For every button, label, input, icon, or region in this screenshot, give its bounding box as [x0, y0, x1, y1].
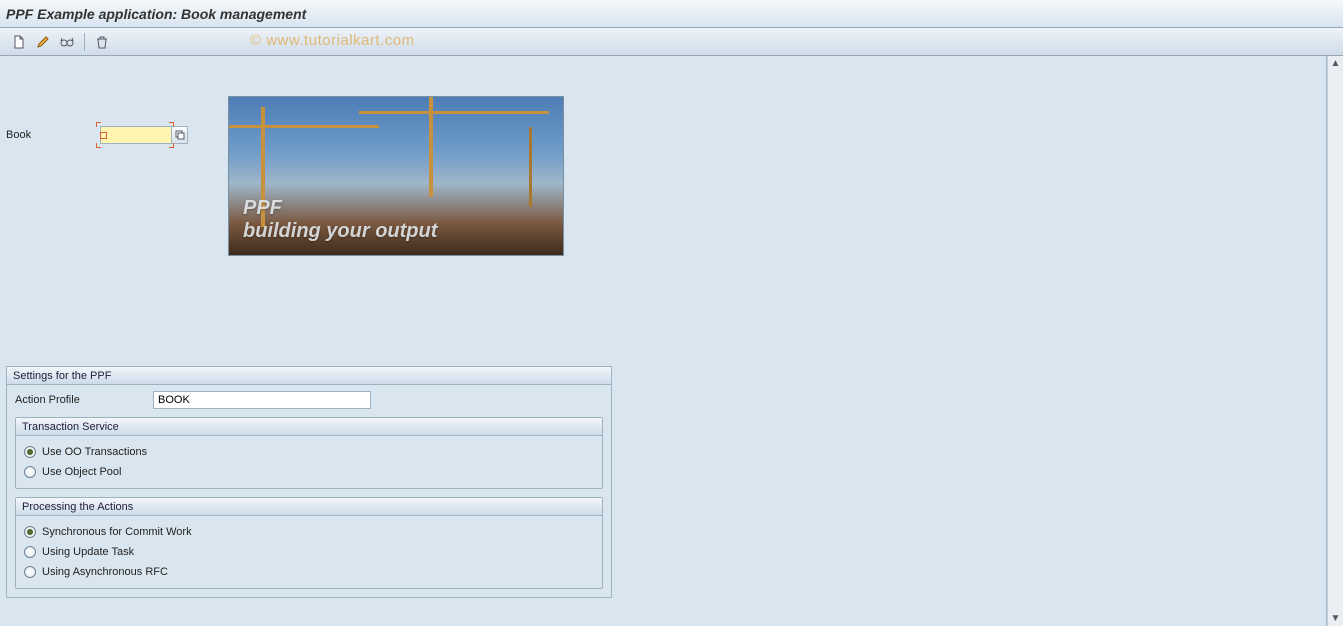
transaction-service-title: Transaction Service [16, 418, 602, 436]
search-help-button[interactable] [172, 126, 188, 144]
ppf-promo-image: PPF building your output [228, 96, 564, 256]
book-label: Book [6, 129, 96, 141]
settings-panel: Settings for the PPF Action Profile Tran… [6, 366, 612, 598]
app-toolbar: © www.tutorialkart.com [0, 28, 1343, 56]
processing-actions-body: Synchronous for Commit Work Using Update… [16, 516, 602, 588]
display-button[interactable] [56, 32, 78, 52]
titlebar: PPF Example application: Book management [0, 0, 1343, 28]
action-profile-input[interactable] [153, 391, 371, 409]
trash-icon [95, 35, 109, 49]
delete-button[interactable] [91, 32, 113, 52]
scroll-up-icon[interactable]: ▲ [1331, 56, 1341, 71]
search-help-icon [175, 130, 185, 140]
book-input[interactable] [100, 126, 172, 144]
vertical-scrollbar[interactable]: ▲ ▼ [1327, 56, 1343, 626]
watermark-text: © www.tutorialkart.com [250, 32, 415, 49]
radio-oo-transactions[interactable]: Use OO Transactions [24, 442, 594, 462]
processing-actions-title: Processing the Actions [16, 498, 602, 516]
image-caption-line1: PPF [243, 197, 282, 219]
radio-icon [24, 566, 36, 578]
processing-actions-group: Processing the Actions Synchronous for C… [15, 497, 603, 589]
radio-icon [24, 446, 36, 458]
radio-label: Synchronous for Commit Work [42, 526, 192, 538]
radio-label: Use Object Pool [42, 466, 121, 478]
image-caption: PPF building your output [243, 197, 437, 243]
radio-label: Use OO Transactions [42, 446, 147, 458]
toolbar-separator [84, 33, 85, 51]
radio-label: Using Asynchronous RFC [42, 566, 168, 578]
action-profile-label: Action Profile [15, 394, 149, 406]
radio-async-rfc[interactable]: Using Asynchronous RFC [24, 562, 594, 582]
book-field-row: Book [6, 126, 188, 144]
content-area: Book PPF building your out [0, 56, 1327, 626]
glasses-icon [59, 35, 75, 49]
book-input-wrap [100, 126, 188, 144]
settings-panel-title: Settings for the PPF [7, 367, 611, 385]
transaction-service-group: Transaction Service Use OO Transactions … [15, 417, 603, 489]
change-button[interactable] [32, 32, 54, 52]
radio-update-task[interactable]: Using Update Task [24, 542, 594, 562]
document-icon [12, 35, 26, 49]
pencil-icon [36, 35, 50, 49]
radio-icon [24, 466, 36, 478]
radio-label: Using Update Task [42, 546, 134, 558]
create-button[interactable] [8, 32, 30, 52]
scroll-down-icon[interactable]: ▼ [1331, 611, 1341, 626]
radio-sync-commit[interactable]: Synchronous for Commit Work [24, 522, 594, 542]
radio-object-pool[interactable]: Use Object Pool [24, 462, 594, 482]
action-profile-row: Action Profile [15, 391, 603, 409]
image-caption-line2: building your output [243, 220, 437, 242]
radio-icon [24, 546, 36, 558]
page-title: PPF Example application: Book management [6, 6, 306, 22]
radio-icon [24, 526, 36, 538]
transaction-service-body: Use OO Transactions Use Object Pool [16, 436, 602, 488]
